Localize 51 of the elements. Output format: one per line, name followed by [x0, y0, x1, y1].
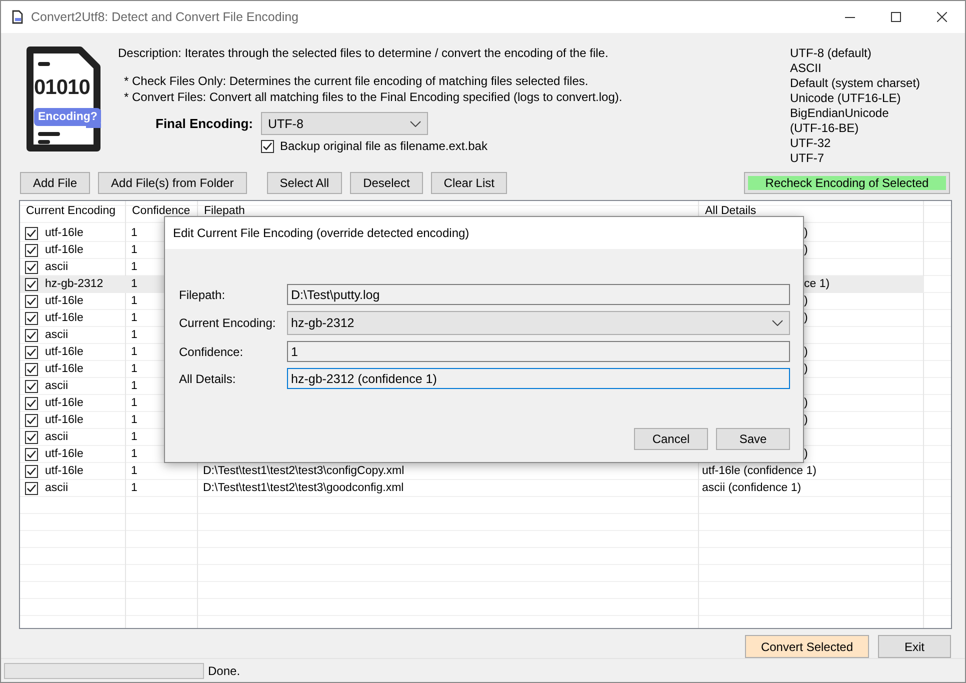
- table-cell: ): [804, 312, 808, 324]
- table-cell: utf-16le: [45, 227, 84, 240]
- encoding-option-text: ASCII: [790, 61, 822, 76]
- table-cell-text: D:\Test\test1\test2\test3\configCopy.xml: [202, 464, 406, 480]
- table-cell: utf-16le: [45, 397, 84, 410]
- encoding-option-text: UTF-32: [790, 136, 832, 151]
- backup-label: Backup original file as filename.ext.bak: [280, 139, 488, 153]
- field-label: Current Encoding:: [179, 316, 277, 330]
- field-label: Confidence:: [179, 344, 244, 358]
- table-cell: ): [804, 363, 808, 376]
- table-cell: utf-16le: [45, 465, 84, 478]
- table-cell: ascii (confidence 1): [702, 482, 802, 494]
- field-label: All Details:: [179, 372, 237, 386]
- note-text: * Check Files Only: Determines the current file encoding of matching files selected files.: [124, 74, 590, 88]
- table-cell: ascii: [45, 431, 68, 444]
- table-cell: ): [804, 295, 808, 308]
- table-cell-text: D:\Test\test1\test2\test3\goodconfig.xml: [202, 481, 405, 496]
- encoding-option-text: (UTF-16-BE): [790, 121, 860, 136]
- table-cell: utf-16le (confidence 1): [702, 465, 816, 478]
- table-cell: ): [804, 227, 808, 240]
- encoding-option-text: UTF-8 (default): [790, 46, 872, 61]
- table-cell: ): [804, 448, 808, 460]
- table-cell: utf-16le: [45, 414, 84, 426]
- final-encoding-label: Final Encoding:: [154, 116, 253, 131]
- encoding-option-text: Default (system charset): [790, 76, 920, 91]
- table-cell: utf-16le: [45, 363, 84, 376]
- table-cell: ce 1): [804, 278, 830, 290]
- window-title: Convert2Utf8: Detect and Convert File Encoding: [31, 10, 300, 24]
- dialog-title: Edit Current File Encoding (override detected encoding): [165, 217, 803, 249]
- table-cell: ascii: [45, 261, 68, 274]
- table-cell: ascii: [45, 329, 68, 342]
- table-cell: ): [804, 244, 808, 256]
- table-cell: ): [804, 397, 808, 410]
- table-cell: ascii: [45, 380, 68, 392]
- note-text: * Convert Files: Convert all matching files to the Final Encoding specified (logs to convert.log).: [124, 90, 624, 104]
- table-cell: ): [804, 414, 808, 426]
- table-cell: hz-gb-2312: [45, 278, 104, 290]
- table-cell: ): [804, 346, 808, 358]
- encoding-option-text: UTF-7: [790, 151, 825, 166]
- table-cell: utf-16le: [45, 244, 84, 256]
- logo-digits: 01010: [34, 76, 90, 100]
- table-cell: ascii: [45, 482, 68, 494]
- logo-badge: Encoding?: [34, 108, 102, 126]
- table-cell: utf-16le: [45, 448, 84, 460]
- table-cell: utf-16le: [45, 295, 84, 308]
- encoding-option-text: Unicode (UTF16-LE): [790, 91, 902, 106]
- description-text: Description: Iterates through the selected files to determine / convert the encoding of the file.: [118, 46, 610, 60]
- table-cell: utf-16le: [45, 346, 84, 358]
- table-cell: utf-16le: [45, 312, 84, 324]
- encoding-option-text: BigEndianUnicode: [790, 106, 890, 121]
- status-text: Done.: [208, 664, 240, 678]
